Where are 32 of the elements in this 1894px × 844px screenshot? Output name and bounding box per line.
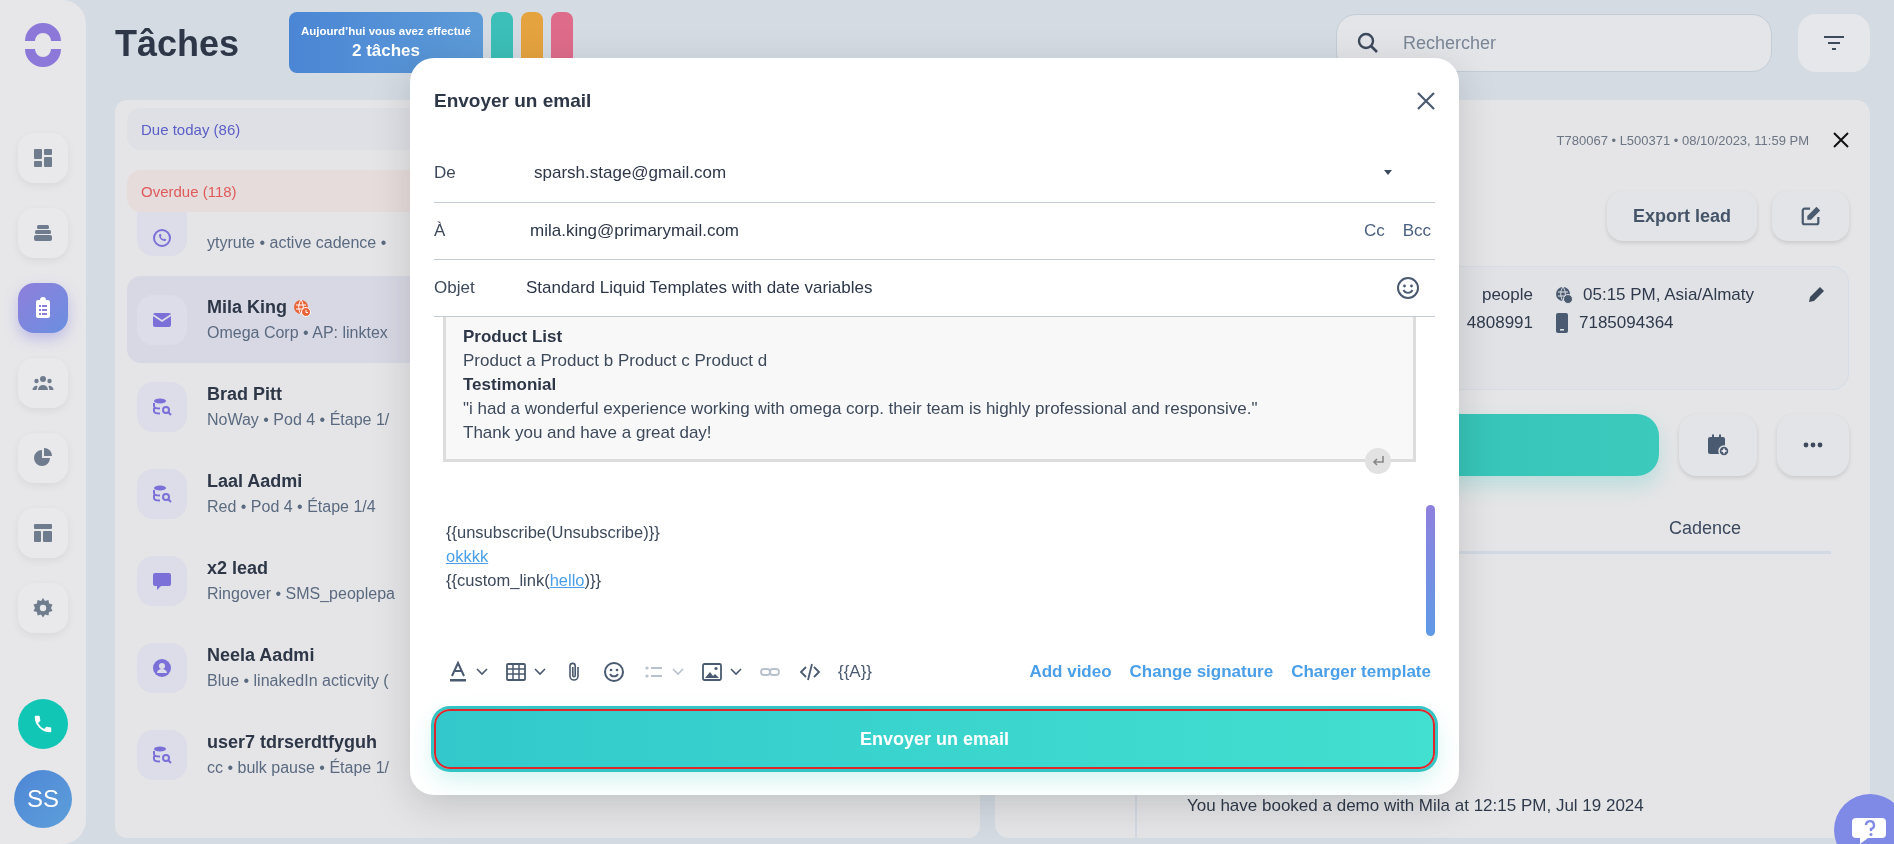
field-label: De: [434, 163, 457, 183]
quote-text: Product a Product b Product c Product d: [463, 350, 769, 372]
task-name: Brad Pitt: [207, 384, 282, 405]
task-details: Omega Corp • AP: linktex: [207, 324, 388, 342]
task-name: Mila King: [207, 297, 287, 318]
info-text: people: [1480, 285, 1533, 305]
task-name: Neela Aadmi: [207, 645, 315, 666]
task-name: user7 tdrserdtfyguh: [207, 732, 378, 753]
info-text: 7185094364: [1579, 313, 1674, 333]
quote-text: "i had a wonderful experience working with omega corp. their team is highly professional and responsive.": [463, 398, 1259, 420]
quote-heading: Testimonial: [463, 374, 558, 396]
summary-count: 2 tâches: [351, 40, 420, 61]
field-label: À: [434, 221, 447, 241]
task-details: cc • bulk pause • Étape 1/: [207, 759, 389, 777]
task-details: Blue • linakedIn acticvity (: [207, 672, 389, 690]
task-details: ytyrute • active cadence •: [207, 234, 387, 252]
page-title: Tâches: [115, 23, 241, 65]
task-details: Red • Pod 4 • Étape 1/4: [207, 498, 376, 516]
task-details: NoWay • Pod 4 • Étape 1/: [207, 411, 390, 429]
task-name: x2 lead: [207, 558, 269, 579]
task-details: Ringover • SMS_peoplepa: [207, 585, 395, 603]
task-name: Laal Aadmi: [207, 471, 303, 492]
quote-heading: Product List: [463, 326, 564, 348]
info-text: 4808991: [1466, 313, 1533, 333]
signature-text: {{unsubscribe(Unsubscribe)}}: [446, 522, 661, 543]
info-text: 05:15 PM, Asia/Almaty: [1583, 285, 1755, 305]
field-label: Objet: [434, 278, 476, 298]
activity-text: You have booked a demo with Mila at 12:15 PM, Jul 19 2024: [1187, 796, 1645, 816]
lead-meta: T780067 • L500371 • 08/10/2023, 11:59 PM: [1556, 132, 1809, 148]
quote-text: Thank you and have a great day!: [463, 422, 713, 444]
summary-caption: Aujourd’hui vous avez effectué: [301, 24, 471, 37]
dialog-title: Envoyer un email: [434, 90, 592, 112]
